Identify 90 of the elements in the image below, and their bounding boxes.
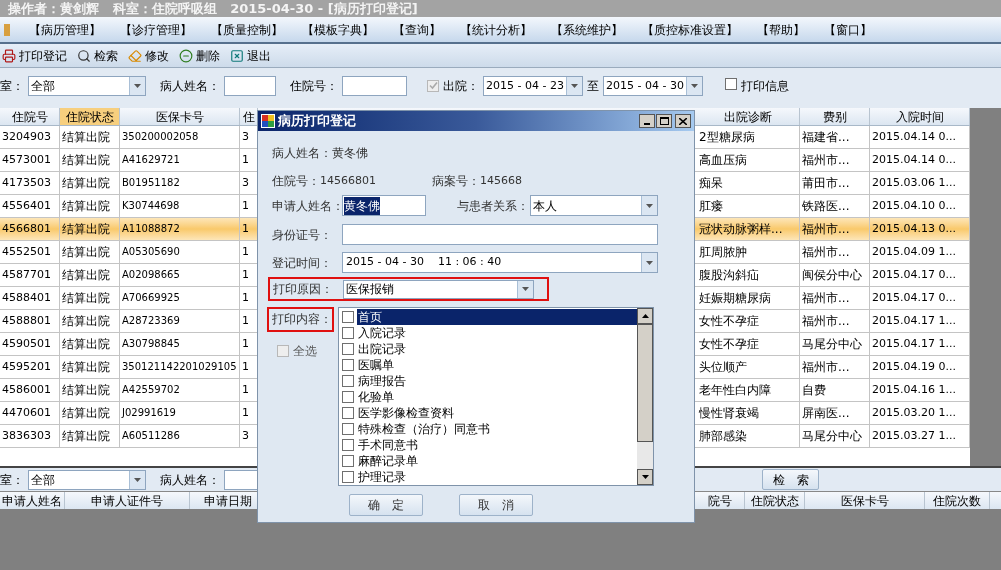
table-cell: 福建省... (800, 126, 870, 148)
table-cell: 4470601 (0, 402, 60, 424)
table-cell: 肛瘘 (697, 195, 800, 217)
table-cell: 马尾分中心 (800, 333, 870, 355)
table-cell: 女性不孕症 (697, 333, 800, 355)
table-cell: 结算出院 (60, 425, 120, 447)
table-cell: B01951182 (120, 172, 240, 194)
table-cell: A11088872 (120, 218, 240, 240)
table-cell: 结算出院 (60, 172, 120, 194)
table-cell: 老年性白内障 (697, 379, 800, 401)
case-number-label: 病案号： (432, 173, 480, 190)
table-cell: 福州市... (800, 241, 870, 263)
table-cell: 高血压病 (697, 149, 800, 171)
print-content-label: 打印内容： (267, 307, 334, 332)
table-cell: 4595201 (0, 356, 60, 378)
discharge-label: 出院： (443, 78, 479, 95)
table-cell: 自费 (800, 379, 870, 401)
table-cell: A70669925 (120, 287, 240, 309)
table-cell: 4588401 (0, 287, 60, 309)
table-cell: 结算出院 (60, 287, 120, 309)
table-cell: 福州市... (800, 310, 870, 332)
table-cell: 屏南医... (800, 402, 870, 424)
table-cell: 结算出院 (60, 195, 120, 217)
table-cell: 冠状动脉粥样... (697, 218, 800, 240)
table-cell: 马尾分中心 (800, 425, 870, 447)
table-cell: 结算出院 (60, 149, 120, 171)
table-cell: 结算出院 (60, 333, 120, 355)
id-number-label: 身份证号： (272, 226, 333, 244)
table-cell: 4573001 (0, 149, 60, 171)
table-cell: 福州市... (800, 356, 870, 378)
table-cell: 慢性肾衰竭 (697, 402, 800, 424)
table-cell: A28723369 (120, 310, 240, 332)
table-cell: 肺部感染 (697, 425, 800, 447)
table-cell: 福州市... (800, 149, 870, 171)
table-cell: 4566801 (0, 218, 60, 240)
table-cell: 福州市... (800, 287, 870, 309)
table-cell: A42559702 (120, 379, 240, 401)
table-cell: 4586001 (0, 379, 60, 401)
table-cell: A60511286 (120, 425, 240, 447)
admission-number-label: 住院号： (272, 173, 320, 190)
admission-number-label: 住院号： (290, 78, 338, 95)
window-title: 操作者：黄剑辉 科室：住院呼吸组 2015-04-30 - [病历打印登记] (0, 0, 1001, 17)
applicant-name-label: 申请人姓名： (272, 197, 342, 215)
table-cell: 3204903 (0, 126, 60, 148)
table-cell: 福州市... (800, 218, 870, 240)
table-cell: A05305690 (120, 241, 240, 263)
table-cell: 闽侯分中心 (800, 264, 870, 286)
select-all-label: 全选 (293, 343, 317, 360)
print-info-label: 打印信息 (741, 78, 789, 95)
admission-number-value: 14566801 (320, 172, 377, 189)
table-cell: 4587701 (0, 264, 60, 286)
table-cell: 350121142201029105 (120, 356, 240, 378)
table-cell: 4552501 (0, 241, 60, 263)
table-cell: 莆田市... (800, 172, 870, 194)
table-cell: A02098665 (120, 264, 240, 286)
patient-name-label: 病人姓名： (160, 471, 220, 489)
table-cell: J02991619 (120, 402, 240, 424)
table-cell: 妊娠期糖尿病 (697, 287, 800, 309)
table-cell: 结算出院 (60, 126, 120, 148)
table-cell: 350200002058 (120, 126, 240, 148)
table-cell: 痴呆 (697, 172, 800, 194)
table-cell: 结算出院 (60, 379, 120, 401)
table-cell: K30744698 (120, 195, 240, 217)
table-cell: 结算出院 (60, 356, 120, 378)
table-cell: 结算出院 (60, 241, 120, 263)
table-cell: 4556401 (0, 195, 60, 217)
table-cell: 2型糖尿病 (697, 126, 800, 148)
table-cell: 肛周脓肿 (697, 241, 800, 263)
table-cell: 女性不孕症 (697, 310, 800, 332)
relation-label: 与患者关系： (457, 197, 530, 215)
table-cell: 4590501 (0, 333, 60, 355)
table-cell: 3836303 (0, 425, 60, 447)
print-reason-label: 打印原因： (273, 281, 334, 298)
table-cell: 结算出院 (60, 264, 120, 286)
patient-name-label: 病人姓名： (160, 78, 220, 95)
registration-time-label: 登记时间： (272, 254, 333, 272)
table-cell: 结算出院 (60, 218, 120, 240)
table-cell: A41629721 (120, 149, 240, 171)
table-cell: 4588801 (0, 310, 60, 332)
to-label: 至 (587, 78, 599, 95)
table-cell: 结算出院 (60, 310, 120, 332)
department-label: 室： (0, 78, 24, 95)
table-cell: 铁路医... (800, 195, 870, 217)
table-cell: 腹股沟斜疝 (697, 264, 800, 286)
case-number-value: 145668 (480, 172, 522, 189)
table-cell: 头位顺产 (697, 356, 800, 378)
table-cell: 结算出院 (60, 402, 120, 424)
department-label: 室： (0, 471, 24, 489)
table-cell: 4173503 (0, 172, 60, 194)
table-cell: A30798845 (120, 333, 240, 355)
